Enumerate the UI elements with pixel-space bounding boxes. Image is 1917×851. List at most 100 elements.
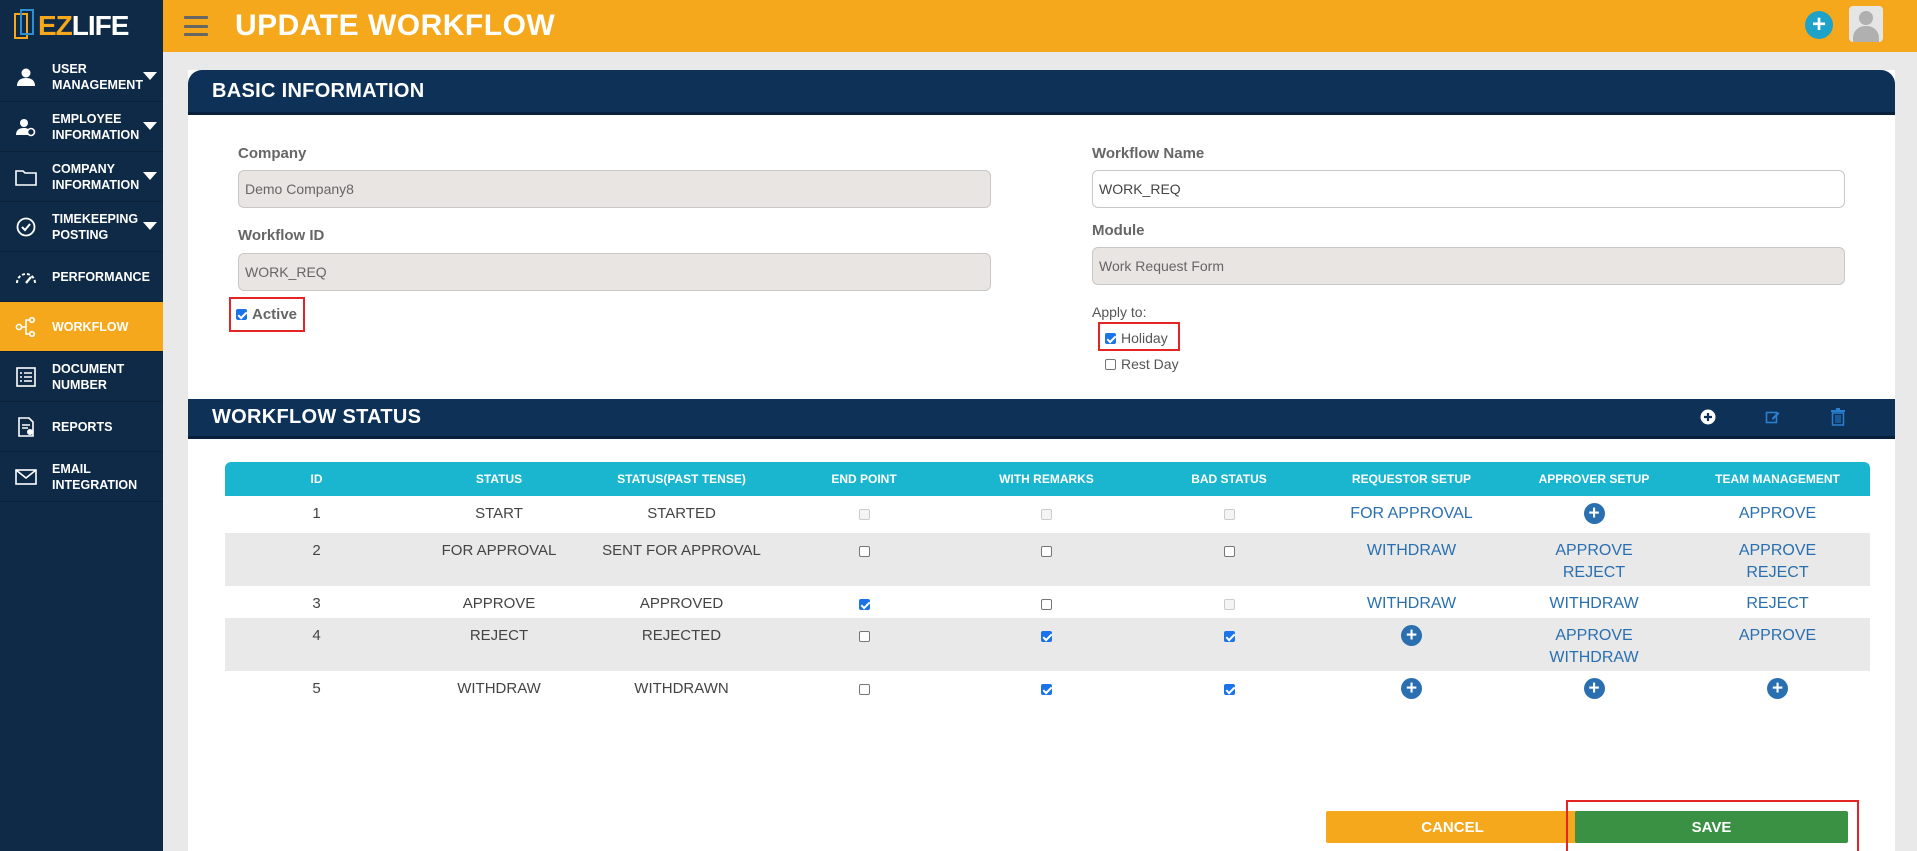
active-checkbox-row[interactable]: Active (236, 306, 297, 323)
action-link[interactable]: FOR APPROVAL (1320, 503, 1503, 525)
action-link[interactable]: REJECT (1685, 562, 1870, 584)
module-field[interactable]: Work Request Form (1092, 247, 1845, 285)
action-link[interactable]: APPROVE (1503, 540, 1685, 562)
logo[interactable]: EZLIFE (0, 0, 163, 52)
save-button[interactable]: SAVE (1575, 811, 1848, 843)
cell-end-point (773, 496, 955, 533)
action-link[interactable]: WITHDRAW (1320, 540, 1503, 562)
cell-end-point (773, 586, 955, 618)
workflow-name-field[interactable]: WORK_REQ (1092, 170, 1845, 208)
chevron-down-icon[interactable] (143, 172, 157, 180)
holiday-checkbox[interactable] (1105, 332, 1116, 344)
holiday-option[interactable]: Holiday (1105, 330, 1168, 346)
sidebar-item-employee-information[interactable]: EMPLOYEE INFORMATION (0, 102, 163, 152)
column-header[interactable]: END POINT (773, 462, 955, 496)
add-action-icon[interactable]: + (1401, 678, 1422, 699)
add-action-icon[interactable]: + (1583, 678, 1605, 699)
end-point-checkbox (858, 508, 870, 520)
cell-past-tense: APPROVED (639, 595, 724, 612)
column-header[interactable]: WITH REMARKS (955, 462, 1138, 496)
sidebar-item-timekeeping-posting[interactable]: TIMEKEEPING POSTING (0, 202, 163, 252)
cancel-button[interactable]: CANCEL (1326, 811, 1579, 843)
action-link[interactable]: APPROVE (1503, 625, 1685, 647)
workflow-status-heading: WORKFLOW STATUS (188, 399, 1895, 439)
active-checkbox[interactable] (236, 309, 247, 320)
cell-requestor-setup: FOR APPROVAL (1320, 496, 1503, 533)
column-header[interactable]: BAD STATUS (1138, 462, 1320, 496)
with-remarks-checkbox[interactable] (1041, 630, 1052, 642)
sidebar-item-label: EMPLOYEE INFORMATION (52, 111, 140, 142)
add-action-icon[interactable]: + (1583, 503, 1605, 524)
table-row[interactable]: 2 FOR APPROVAL SENT FOR APPROVAL WITHDRAW AP… (225, 533, 1870, 586)
hamburger-menu-icon[interactable] (184, 16, 208, 36)
table-row[interactable]: 5 WITHDRAW WITHDRAWN + + + (225, 671, 1870, 708)
add-action-icon[interactable]: + (1767, 678, 1788, 699)
end-point-checkbox[interactable] (858, 683, 870, 695)
action-link[interactable]: APPROVE (1685, 625, 1870, 647)
cell-team-management: APPROVE (1685, 496, 1870, 533)
sidebar-item-label: REPORTS (52, 419, 113, 434)
sidebar-item-company-information[interactable]: COMPANY INFORMATION (0, 152, 163, 202)
end-point-checkbox[interactable] (858, 545, 870, 557)
action-link[interactable]: APPROVE (1685, 540, 1870, 562)
workflow-name-label: Workflow Name (1092, 145, 1205, 162)
column-header[interactable]: TEAM MANAGEMENT (1685, 462, 1870, 496)
rest-day-option[interactable]: Rest Day (1105, 356, 1179, 372)
bad-status-checkbox (1223, 598, 1235, 610)
action-link[interactable]: WITHDRAW (1503, 647, 1685, 669)
rest-day-checkbox[interactable] (1105, 358, 1116, 370)
workflow-id-field[interactable]: WORK_REQ (238, 253, 991, 291)
sidebar-item-reports[interactable]: REPORTS (0, 402, 163, 452)
add-icon[interactable]: + (1805, 11, 1833, 39)
cell-bad-status (1138, 671, 1320, 708)
action-link[interactable]: REJECT (1503, 562, 1685, 584)
column-header[interactable]: APPROVER SETUP (1503, 462, 1685, 496)
with-remarks-checkbox[interactable] (1041, 545, 1052, 557)
cell-end-point (773, 671, 955, 708)
cell-approver-setup: + (1503, 671, 1685, 708)
bad-status-checkbox[interactable] (1223, 683, 1235, 695)
sidebar-item-email-integration[interactable]: EMAIL INTEGRATION (0, 452, 163, 502)
cell-team-management: REJECT (1685, 586, 1870, 618)
end-point-checkbox[interactable] (858, 630, 870, 642)
chevron-down-icon[interactable] (143, 222, 157, 230)
action-link[interactable]: REJECT (1685, 593, 1870, 615)
table-row[interactable]: 4 REJECT REJECTED + APPROVE WITHDRAW APPROVE (225, 618, 1870, 671)
sidebar-item-performance[interactable]: PERFORMANCE (0, 252, 163, 302)
sidebar-item-workflow[interactable]: WORKFLOW (0, 302, 163, 352)
sidebar-item-label: WORKFLOW (52, 319, 129, 334)
cell-with-remarks (955, 618, 1138, 671)
bad-status-checkbox[interactable] (1223, 545, 1235, 557)
action-link[interactable]: WITHDRAW (1503, 593, 1685, 615)
with-remarks-checkbox[interactable] (1041, 683, 1052, 695)
chevron-down-icon[interactable] (143, 122, 157, 130)
action-link[interactable]: WITHDRAW (1320, 593, 1503, 615)
avatar[interactable] (1849, 6, 1883, 42)
add-status-icon[interactable] (1699, 408, 1717, 426)
table-row[interactable]: 3 APPROVE APPROVED WITHDRAW WITHDRAW REJECT (225, 586, 1870, 618)
cell-id: 2 (225, 533, 408, 586)
chevron-down-icon[interactable] (143, 72, 157, 80)
with-remarks-checkbox[interactable] (1041, 598, 1052, 610)
edit-icon[interactable] (1764, 408, 1782, 426)
trash-icon[interactable] (1829, 408, 1847, 426)
column-header[interactable]: STATUS (408, 462, 590, 496)
sidebar-item-label: TIMEKEEPING POSTING (52, 211, 139, 242)
workflow-id-label: Workflow ID (238, 227, 325, 244)
table-row[interactable]: 1 START STARTED FOR APPROVAL + APPROVE (225, 496, 1870, 533)
column-header[interactable]: ID (225, 462, 408, 496)
add-action-icon[interactable]: + (1401, 625, 1422, 646)
column-header[interactable]: STATUS(PAST TENSE) (590, 462, 773, 496)
holiday-label: Holiday (1121, 330, 1168, 346)
company-label: Company (238, 145, 307, 162)
company-field[interactable]: Demo Company8 (238, 170, 991, 208)
bad-status-checkbox[interactable] (1223, 630, 1235, 642)
end-point-checkbox[interactable] (858, 598, 870, 610)
column-header[interactable]: REQUESTOR SETUP (1320, 462, 1503, 496)
sidebar-item-user-management[interactable]: USER MANAGEMENT (0, 52, 163, 102)
user-icon (14, 65, 38, 89)
cell-bad-status (1138, 533, 1320, 586)
employee-icon (14, 115, 38, 139)
action-link[interactable]: APPROVE (1685, 503, 1870, 525)
sidebar-item-document-number[interactable]: DOCUMENT NUMBER (0, 352, 163, 402)
